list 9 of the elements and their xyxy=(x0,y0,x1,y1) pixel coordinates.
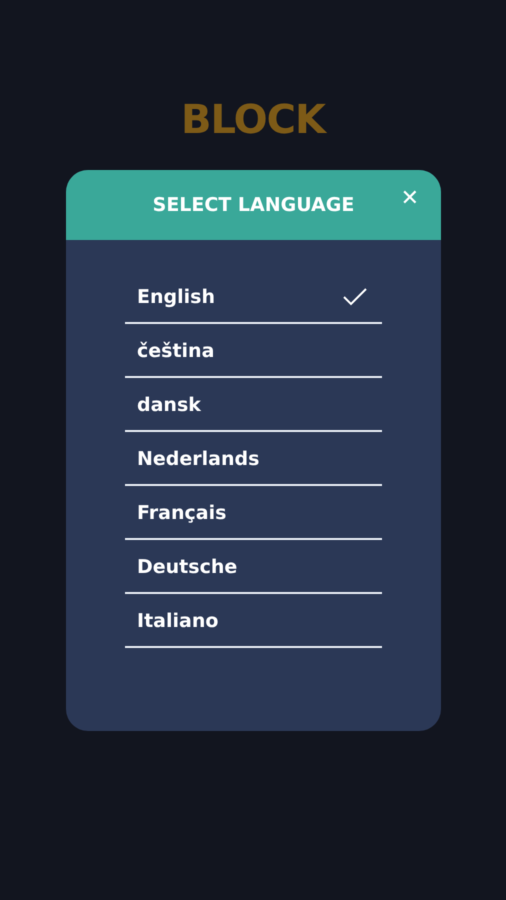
language-option[interactable]: Français xyxy=(125,486,382,540)
language-option[interactable]: English xyxy=(125,270,382,324)
dialog-title: SELECT LANGUAGE xyxy=(152,192,354,218)
logo-text: BLOCK xyxy=(181,98,325,142)
language-option[interactable]: čeština xyxy=(125,324,382,378)
language-option[interactable]: Italiano xyxy=(125,594,382,648)
language-option[interactable]: dansk xyxy=(125,378,382,432)
language-option[interactable]: Deutsche xyxy=(125,540,382,594)
language-option[interactable]: Nederlands xyxy=(125,432,382,486)
